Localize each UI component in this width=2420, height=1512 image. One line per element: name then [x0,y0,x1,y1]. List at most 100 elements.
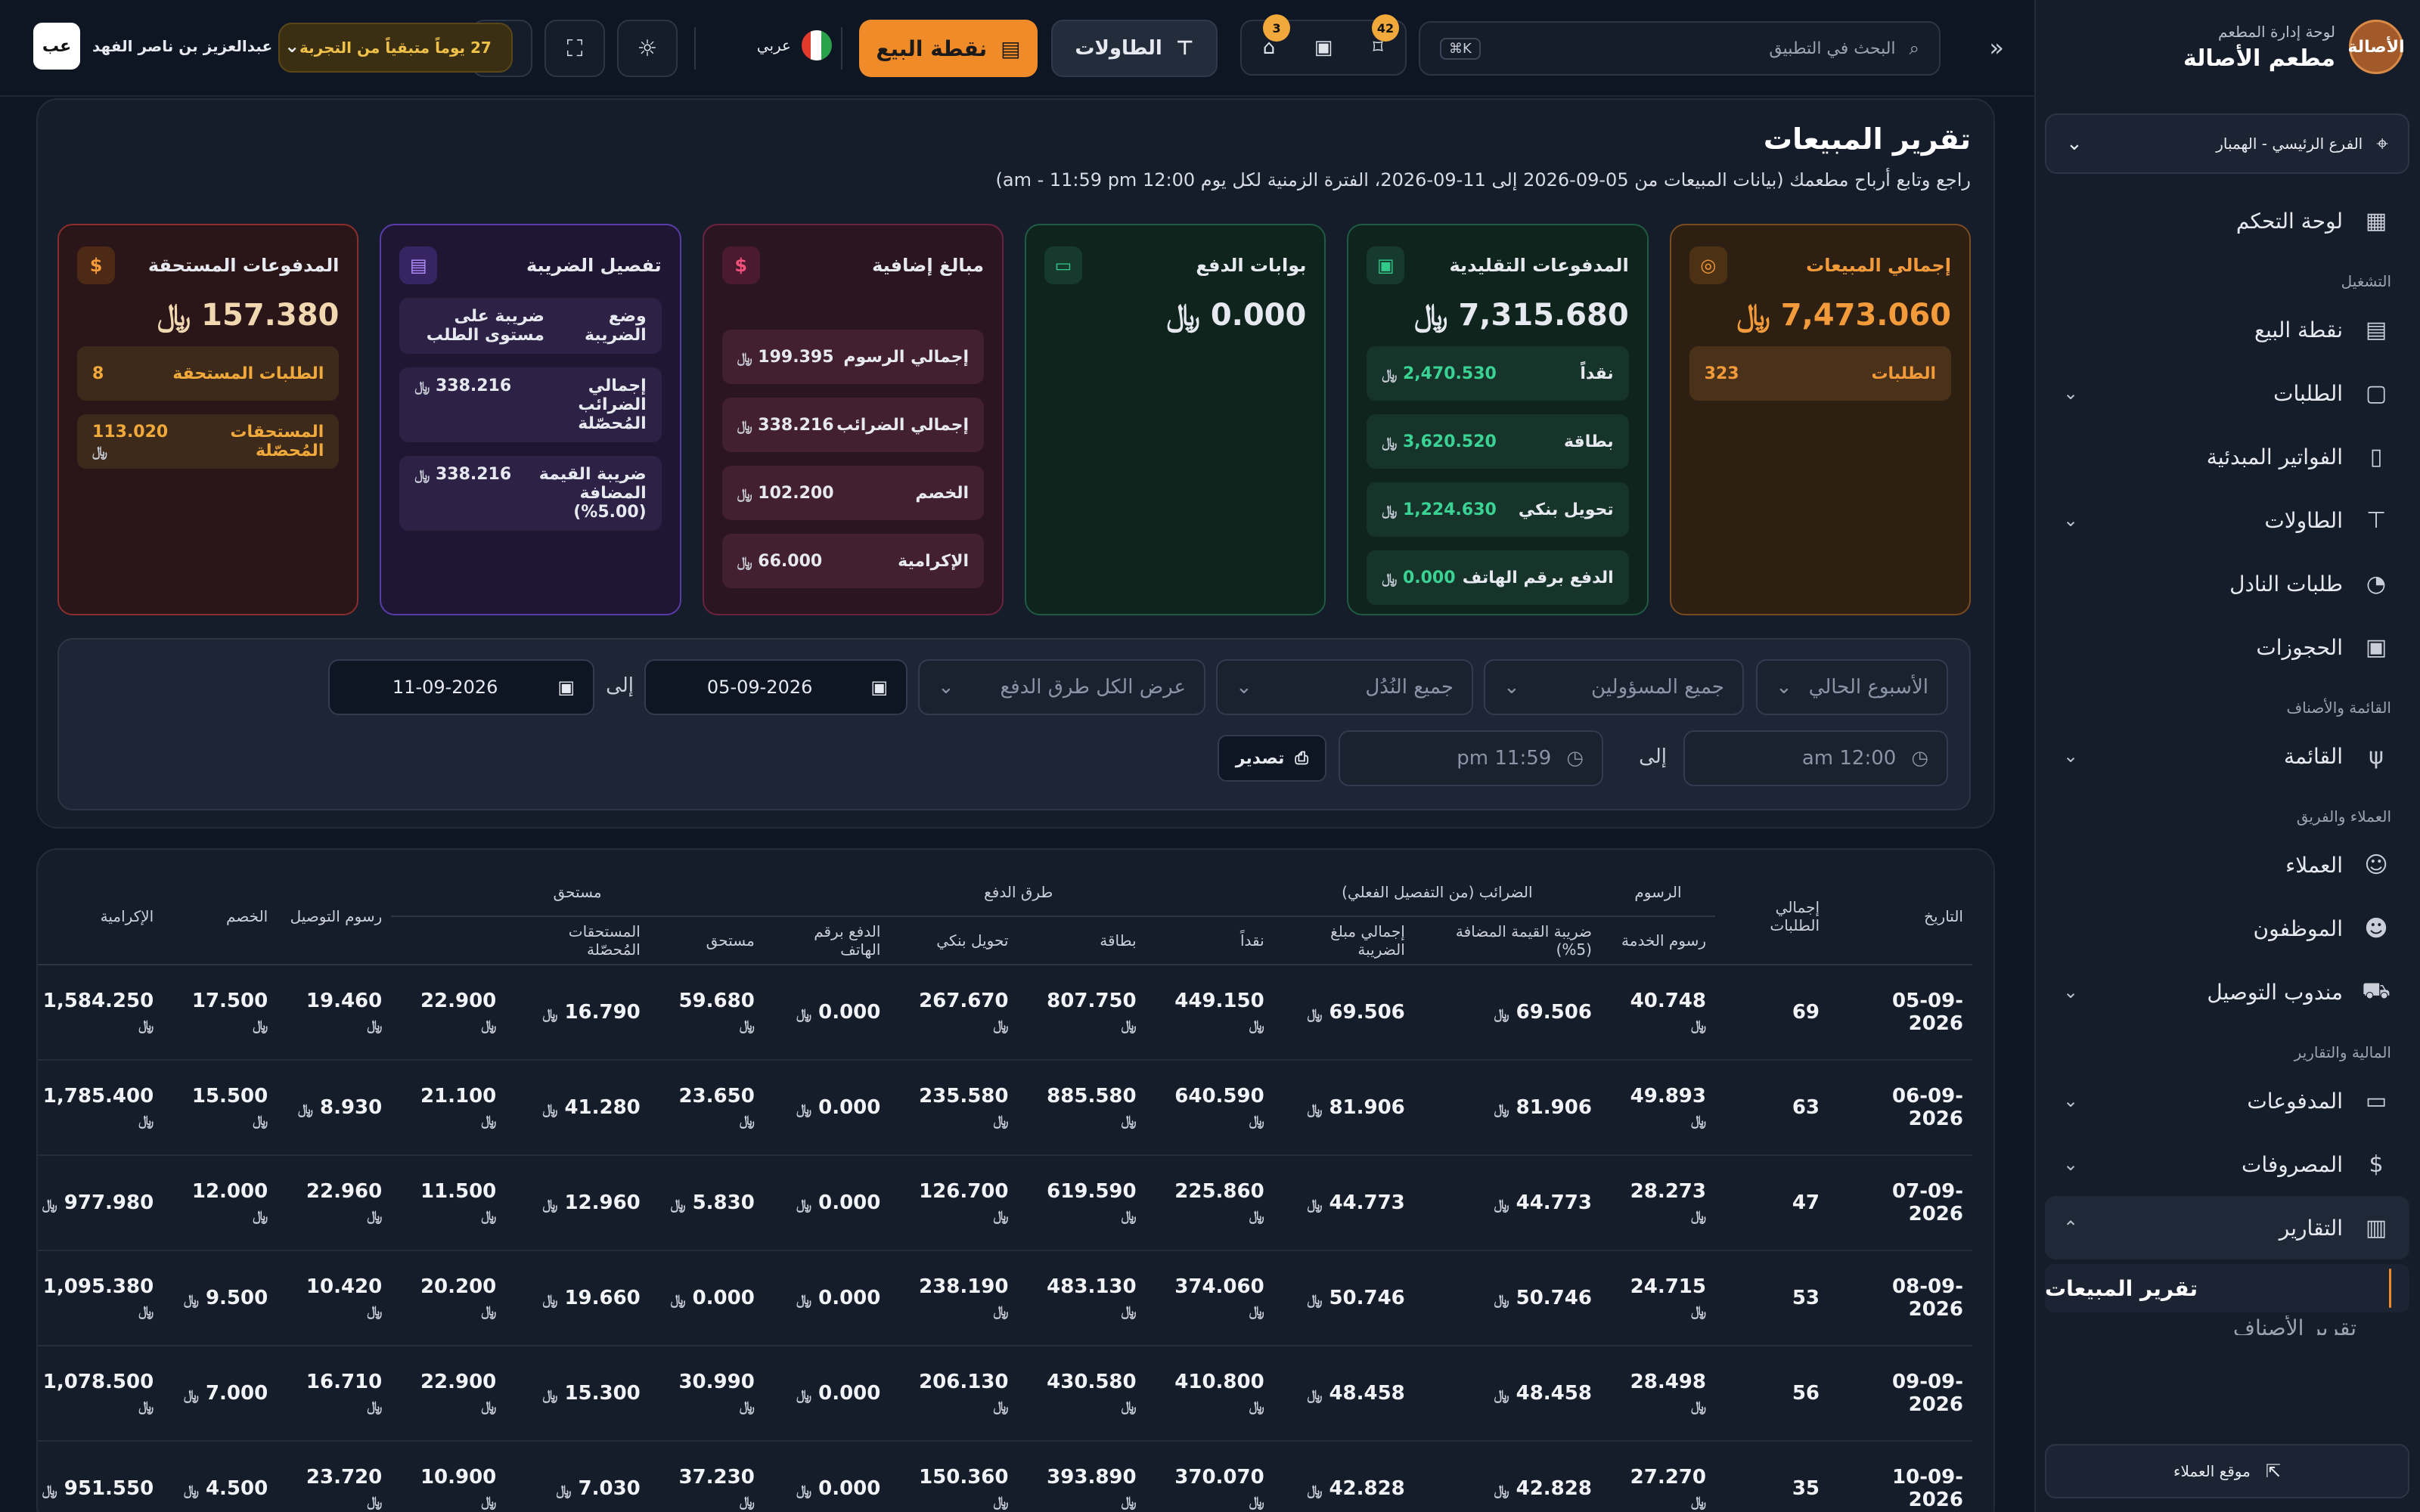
sidebar-item-menu[interactable]: ψ القائمة ⌄ [2045,724,2409,788]
group-payment-methods: طرق الدفع [763,868,1274,917]
cell-date: 06-09-2026 [1829,1060,1972,1156]
table-row[interactable]: 05-09-2026 69 40.748 ﷼ 69.506 ﷼ 69.506 ﷼ 449.… [38,965,1972,1061]
table-row[interactable]: 10-09-2026 35 27.270 ﷼ 42.828 ﷼ 42.828 ﷼ 370.… [38,1441,1972,1512]
sidebar-item-tables[interactable]: ⊤ الطاولات ⌄ [2045,488,2409,552]
export-button[interactable]: ⎙ تصدير [1217,735,1326,782]
file-export-icon: ⎙ [1295,748,1308,768]
col-bank-transfer[interactable]: تحويل بنكي [889,916,1018,965]
sidebar-item-payments[interactable]: ▭ المدفوعات ⌄ [2045,1069,2409,1132]
col-service-fees[interactable]: رسوم الخدمة [1600,916,1715,965]
col-card[interactable]: بطاقة [1017,916,1146,965]
bookmark-button[interactable]: ⌑ 42 [1361,14,1399,64]
col-delivery-fees[interactable]: رسوم التوصيل [277,868,392,965]
cell-phone-payment: 0.000 ﷼ [763,1250,890,1346]
currency-icon: ﷼ [1166,298,1200,333]
period-select[interactable]: الأسبوع الحالي ⌄ [1756,659,1948,715]
select-value: عرض الكل طرق الدفع [1000,676,1186,699]
cell-value: 206.130 [919,1371,1009,1393]
col-collected-dues[interactable]: المستحقات المُحصّلة [505,916,650,965]
search-bar[interactable]: ⌕ البحث في التطبيق K⌘ [1419,21,1941,76]
sidebar-subitem-items-report[interactable]: تقرير الأصناف [2045,1315,2409,1335]
sidebar-item-waiter-requests[interactable]: ◔ طلبات النادل [2045,552,2409,615]
sales-icon: ◎ [1689,246,1727,284]
cell-unlabeled: 22.900 ﷼ [391,965,506,1061]
sidebar-item-pos[interactable]: ▤ نقطة البيع [2045,298,2409,361]
pos-button[interactable]: ▤ نقطة البيع [859,20,1038,77]
input-value: 12:00 am [1801,747,1897,770]
date-from-input[interactable]: ▣ 05-09-2026 [644,659,908,715]
cell-value: 410.800 [1174,1371,1264,1393]
search-input[interactable]: البحث في التطبيق [1769,39,1895,58]
col-unlabeled[interactable] [391,916,506,965]
sidebar-item-reservations[interactable]: ▣ الحجوزات [2045,615,2409,679]
row-label: الطلبات المستحقة [172,364,324,383]
cell-due: 0.000 ﷼ [649,1250,764,1346]
waiter-calls-button[interactable]: ⌂ 3 [1252,14,1290,64]
payment-methods-select[interactable]: عرض الكل طرق الدفع ⌄ [918,659,1205,715]
amount: 7,315.680 [1458,298,1629,333]
cell-cash: 370.070 ﷼ [1145,1441,1274,1512]
waiters-select[interactable]: جميع النُدُل ⌄ [1216,659,1473,715]
table-row[interactable]: 07-09-2026 47 28.273 ﷼ 44.773 ﷼ 44.773 ﷼ 225.… [38,1155,1972,1251]
time-to-input[interactable]: ◷ 11:59 pm [1339,730,1603,786]
col-cash[interactable]: نقداً [1145,916,1274,965]
search-icon: ⌕ [1909,38,1919,59]
sidebar-item-delivery[interactable]: ⛟ مندوب التوصيل ⌄ [2045,960,2409,1024]
cell-due: 23.650 ﷼ [649,1060,764,1156]
currency-icon: ﷼ [1382,502,1398,519]
currency-icon: ﷼ [1121,1303,1137,1319]
cell-value: 8.930 [320,1096,383,1119]
card-title: تفصيل الضريبة [526,255,662,276]
table-row[interactable]: 08-09-2026 53 24.715 ﷼ 50.746 ﷼ 50.746 ﷼ 374.… [38,1250,1972,1346]
fullscreen-button[interactable]: ⛶ [544,20,605,77]
currency-icon: ﷼ [183,1292,199,1308]
cell-value: 10.420 [306,1275,383,1298]
col-vat[interactable]: ضريبة القيمة المضافة (5%) [1413,916,1601,965]
sidebar-item-alt-invoices[interactable]: ▯ الفواتير المبدئية [2045,425,2409,488]
cell-service-fees: 49.893 ﷼ [1600,1060,1715,1156]
sidebar-item-customers[interactable]: ☺ العملاء [2045,833,2409,897]
sidebar-item-reports[interactable]: ▥ التقارير ⌃ [2045,1196,2409,1259]
branch-selector[interactable]: ⌖ الفرع الرئيسي - الهمبار ⌄ [2045,113,2409,174]
sidebar-item-dashboard[interactable]: ▦ لوحة التحكم [2045,189,2409,253]
currency-icon: ﷼ [1691,1208,1706,1224]
col-date[interactable]: التاريخ [1829,868,1972,965]
grid-icon: ▦ [2365,207,2387,234]
col-total-tax[interactable]: إجمالي مبلغ الضريبة [1273,916,1414,965]
date-to-input[interactable]: ▣ 11-09-2026 [328,659,594,715]
sidebar-subitem-sales-report[interactable]: تقرير المبيعات [2045,1264,2409,1312]
amount: 113.020 [92,423,169,442]
managers-select[interactable]: جميع المسؤولين ⌄ [1484,659,1744,715]
calendar-button[interactable]: ▣ [1307,31,1340,64]
sidebar-item-expenses[interactable]: $ المصروفات ⌄ [2045,1132,2409,1196]
collapse-sidebar-icon[interactable]: « [1989,33,2004,62]
tables-button[interactable]: ⊤ الطاولات [1051,20,1218,77]
currency-icon: ﷼ [739,1018,755,1033]
col-due[interactable]: مستحق [649,916,764,965]
col-total-orders[interactable]: إجمالي الطلبات [1715,868,1829,965]
table-row[interactable]: 09-09-2026 56 28.498 ﷼ 48.458 ﷼ 48.458 ﷼ 410.… [38,1346,1972,1442]
customer-site-button[interactable]: ⇱ موقع العملاء [2045,1444,2409,1498]
cell-value: 10.900 [420,1466,497,1489]
sidebar-item-orders[interactable]: ▢ الطلبات ⌄ [2045,361,2409,425]
currency-icon: ﷼ [1691,1303,1706,1319]
card-row: وضع الضريبة ضريبة على مستوى الطلب [399,298,662,354]
col-discount[interactable]: الخصم [163,868,278,965]
currency-icon: ﷼ [993,1208,1009,1224]
cell-value: 1,785.400 [42,1085,154,1108]
cell-value: 370.070 [1174,1466,1264,1489]
sidebar-item-employees[interactable]: ☻ الموظفون [2045,897,2409,960]
cell-bank-transfer: 206.130 ﷼ [889,1346,1018,1442]
cell-due: 5.830 ﷼ [649,1155,764,1251]
language-switcher[interactable]: عربي [757,30,832,60]
user-menu[interactable]: عب عبدالعزيز بن ناصر الفهد ⌄ [33,23,299,70]
table-row[interactable]: 06-09-2026 63 49.893 ﷼ 81.906 ﷼ 81.906 ﷼ 640.… [38,1060,1972,1156]
time-from-input[interactable]: ◷ 12:00 am [1683,730,1948,786]
currency-icon: ﷼ [1494,1197,1509,1213]
col-phone-payment[interactable]: الدفع برقم الهاتف [763,916,890,965]
table-icon: ⊤ [1175,37,1194,60]
brand[interactable]: الأصالة لوحة إدارة المطعم مطعم الأصالة [2183,20,2405,74]
cell-value: 12.960 [564,1191,641,1214]
theme-toggle-button[interactable]: ☼ [617,20,678,77]
col-tip[interactable]: الإكرامية [38,868,163,965]
